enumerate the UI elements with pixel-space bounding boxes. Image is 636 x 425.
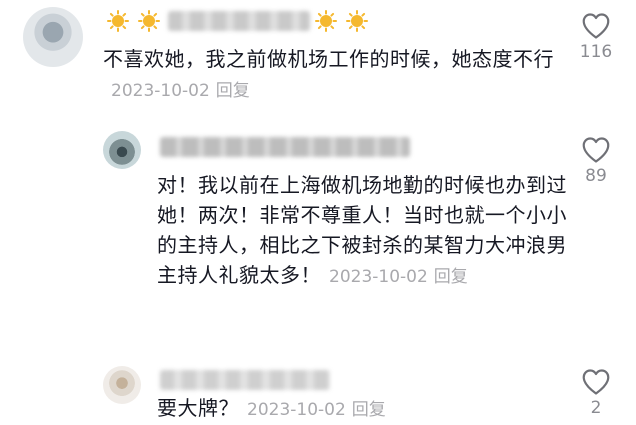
like-count: 116 xyxy=(579,42,613,62)
avatar[interactable] xyxy=(103,366,141,404)
like-count: 2 xyxy=(590,398,602,418)
sun-emoji-icon xyxy=(138,10,160,32)
like-count: 89 xyxy=(585,166,607,186)
comment-meta: 2023-10-02 回复 xyxy=(247,400,386,420)
like-button[interactable]: 2 xyxy=(576,368,616,418)
like-button[interactable]: 89 xyxy=(576,136,616,186)
username-blurred[interactable] xyxy=(160,137,410,157)
like-button[interactable]: 116 xyxy=(576,12,616,62)
comment-body: 要大牌？ xyxy=(157,396,239,420)
avatar[interactable] xyxy=(103,131,141,169)
username-blurred[interactable] xyxy=(168,11,310,31)
comment-text: 要大牌？ 2023-10-02 回复 xyxy=(157,393,567,425)
avatar[interactable] xyxy=(23,7,83,67)
sun-emoji-icon xyxy=(346,10,368,32)
sun-emoji-icon xyxy=(107,10,129,32)
comment-text: 不喜欢她，我之前做机场工作的时候，她态度不行 2023-10-02 回复 xyxy=(103,44,573,106)
comment-text: 对！我以前在上海做机场地勤的时候也办到过她！两次！非常不尊重人！当时也就一个小小… xyxy=(157,170,567,292)
sun-emoji-icon xyxy=(315,10,337,32)
reply-link[interactable]: 回复 xyxy=(434,267,468,287)
comment-meta: 2023-10-02 回复 xyxy=(329,267,468,287)
reply-link[interactable]: 回复 xyxy=(352,400,386,420)
heart-outline-icon xyxy=(582,137,610,163)
comment-date: 2023-10-02 xyxy=(329,267,428,287)
username-blurred[interactable] xyxy=(160,370,330,390)
comment-meta: 2023-10-02 回复 xyxy=(111,81,250,101)
heart-outline-icon xyxy=(582,369,610,395)
comment-body: 不喜欢她，我之前做机场工作的时候，她态度不行 xyxy=(103,47,554,71)
comment-date: 2023-10-02 xyxy=(247,400,346,420)
comment-date: 2023-10-02 xyxy=(111,81,210,101)
heart-outline-icon xyxy=(582,13,610,39)
reply-link[interactable]: 回复 xyxy=(216,81,250,101)
